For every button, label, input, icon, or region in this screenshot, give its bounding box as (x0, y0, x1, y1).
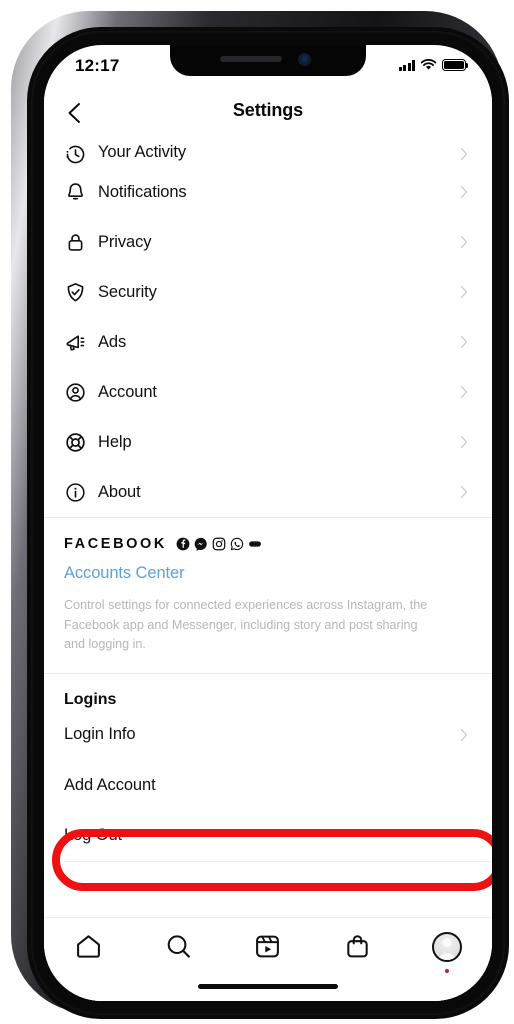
settings-row-about[interactable]: About (44, 467, 492, 517)
chevron-right-icon (460, 728, 468, 741)
instagram-icon (212, 537, 226, 551)
add-account-link: Add Account (64, 776, 156, 795)
settings-row-label: Help (98, 432, 132, 451)
shop-bag-icon (347, 935, 368, 958)
settings-scroll-area[interactable]: Your Activity Notifications Privacy Secu… (44, 137, 492, 1001)
row-divider (64, 860, 492, 862)
chevron-right-icon (460, 285, 468, 299)
settings-row-label: Ads (98, 332, 127, 351)
battery-full-icon (442, 59, 469, 71)
facebook-section: FACEBOOK Accounts Center Control setting… (44, 518, 492, 673)
chevron-right-icon (460, 485, 468, 499)
page-title: Settings (232, 100, 304, 120)
settings-row-login-info[interactable]: Login Info (44, 709, 492, 761)
life-ring-icon (64, 431, 98, 454)
clock-history-icon (64, 143, 98, 164)
profile-avatar-icon (432, 932, 463, 973)
bottom-tab-bar (44, 917, 492, 1001)
settings-row-account[interactable]: Account (44, 367, 492, 417)
screenshot-stage: 12:17 Settings Your Activity Notificatio… (0, 0, 514, 1024)
earpiece-speaker-icon (220, 56, 282, 62)
display-notch (170, 45, 366, 76)
settings-row-your-activity[interactable]: Your Activity (44, 137, 492, 167)
nav-header: Settings (44, 89, 492, 137)
avatar (432, 932, 463, 962)
tab-profile[interactable] (402, 918, 492, 973)
reels-icon (256, 935, 280, 958)
portal-icon (249, 541, 261, 547)
lock-icon (64, 231, 98, 254)
search-icon (167, 935, 190, 958)
home-indicator (198, 984, 338, 989)
megaphone-icon (64, 331, 98, 354)
settings-row-label: Account (98, 382, 157, 401)
phone-screen: 12:17 Settings Your Activity Notificatio… (44, 45, 492, 1001)
settings-row-help[interactable]: Help (44, 417, 492, 467)
wifi-icon (420, 59, 437, 70)
settings-row-security[interactable]: Security (44, 267, 492, 317)
settings-row-label: Security (98, 282, 157, 301)
settings-row-log-out[interactable]: Log Out (44, 811, 492, 861)
phone-frame: 12:17 Settings Your Activity Notificatio… (11, 11, 509, 1019)
chevron-right-icon (460, 185, 468, 199)
login-info-label: Login Info (64, 725, 136, 744)
settings-row-label: Privacy (98, 232, 152, 251)
status-bar-indicators (398, 59, 469, 71)
facebook-app-icons (176, 537, 262, 551)
whatsapp-icon (230, 537, 244, 551)
chevron-right-icon (460, 335, 468, 349)
settings-row-notifications[interactable]: Notifications (44, 167, 492, 217)
shield-check-icon (64, 281, 98, 304)
log-out-link: Log Out (64, 826, 123, 845)
notification-dot-badge (445, 969, 450, 973)
chevron-right-icon (460, 147, 468, 161)
settings-row-privacy[interactable]: Privacy (44, 217, 492, 267)
chevron-right-icon (460, 385, 468, 399)
bell-icon (64, 181, 98, 204)
info-circle-icon (64, 481, 98, 504)
tab-reels[interactable] (223, 918, 313, 961)
chevron-right-icon (460, 235, 468, 249)
chevron-right-icon (460, 435, 468, 449)
tab-search[interactable] (134, 918, 224, 961)
facebook-heading: FACEBOOK (64, 536, 167, 552)
cellular-signal-icon (398, 60, 415, 71)
facebook-heading-row: FACEBOOK (64, 536, 470, 552)
status-bar-time: 12:17 (75, 56, 120, 75)
settings-row-ads[interactable]: Ads (44, 317, 492, 367)
settings-row-add-account[interactable]: Add Account (44, 761, 492, 811)
logins-section-title: Logins (64, 690, 117, 708)
settings-row-label: Your Activity (98, 143, 186, 161)
settings-row-label: Notifications (98, 182, 187, 201)
tab-shop[interactable] (313, 918, 403, 961)
facebook-icon (176, 537, 190, 551)
logins-section: Logins (44, 674, 492, 709)
facebook-section-description: Control settings for connected experienc… (64, 598, 428, 652)
home-icon (77, 935, 101, 958)
front-camera-icon (299, 54, 310, 65)
messenger-icon (194, 537, 207, 551)
settings-row-label: About (98, 482, 141, 501)
person-circle-icon (64, 381, 98, 404)
tab-home[interactable] (44, 918, 134, 961)
accounts-center-link[interactable]: Accounts Center (64, 564, 185, 582)
